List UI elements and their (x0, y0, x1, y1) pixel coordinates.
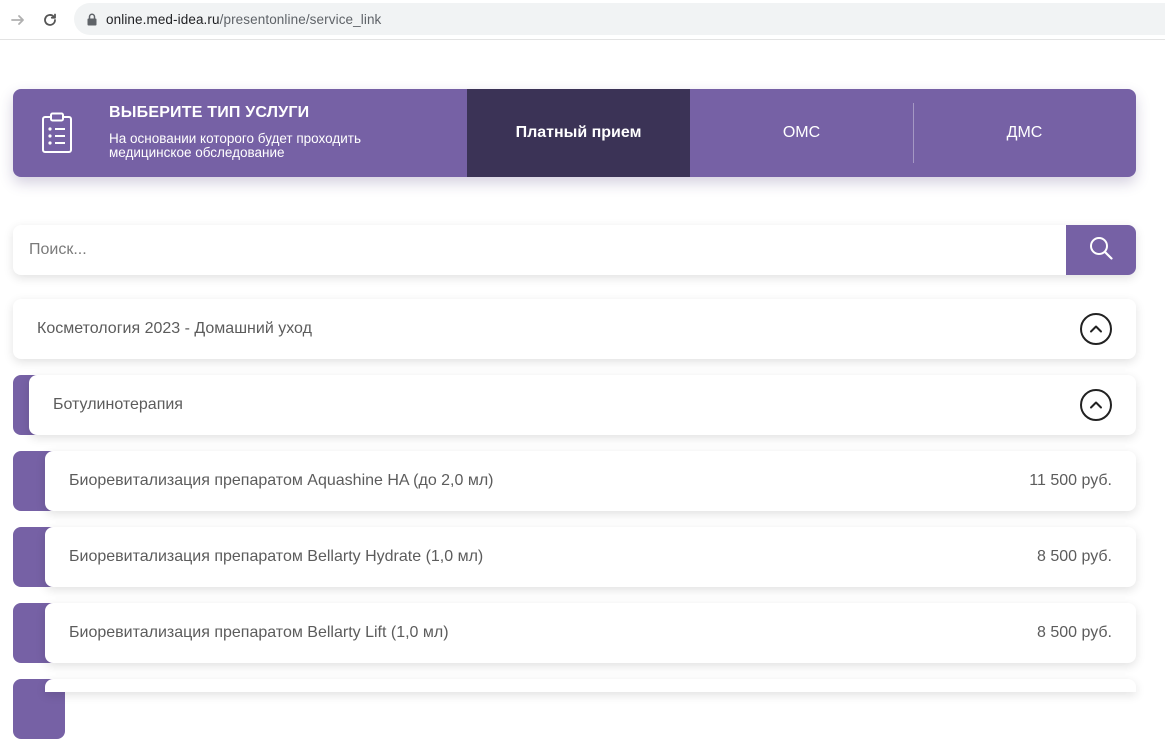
service-name: Биоревитализация препаратом Bellarty Hyd… (69, 548, 484, 565)
reload-icon[interactable] (38, 8, 62, 32)
service-name: Биоревитализация препаратом Aquashine HA… (69, 472, 494, 489)
service-type-subtitle: На основании которого будет проходить ме… (109, 131, 361, 160)
service-row[interactable]: Биоревитализация препаратом Bellarty Hyd… (45, 527, 1136, 587)
tab-dms[interactable]: ДМС (913, 89, 1136, 177)
browser-toolbar: online.med-idea.ru/presentonline/service… (0, 0, 1165, 40)
search-bar (13, 225, 1136, 275)
subcategory-row[interactable]: Ботулинотерапия (29, 375, 1136, 435)
address-bar[interactable]: online.med-idea.ru/presentonline/service… (74, 3, 1165, 35)
url-host: online.med-idea.ru (106, 11, 220, 27)
service-row[interactable]: Биоревитализация препаратом Aquashine HA… (45, 451, 1136, 511)
search-icon (1088, 235, 1114, 266)
tab-oms[interactable]: ОМС (690, 89, 913, 177)
subcategory-label: Ботулинотерапия (53, 396, 183, 413)
search-input[interactable] (13, 225, 1066, 275)
forward-arrow-icon[interactable] (6, 8, 30, 32)
chevron-up-circle-icon[interactable] (1080, 389, 1112, 421)
lock-icon (86, 12, 98, 26)
service-price: 8 500 руб. (1037, 624, 1112, 641)
service-price: 11 500 руб. (1029, 472, 1112, 489)
category-row[interactable]: Косметология 2023 - Домашний уход (13, 299, 1136, 359)
service-price: 8 500 руб. (1037, 548, 1112, 565)
service-type-title: ВЫБЕРИТЕ ТИП УСЛУГИ (109, 104, 310, 121)
service-type-panel: ВЫБЕРИТЕ ТИП УСЛУГИ На основании которог… (13, 89, 1136, 177)
tab-paid[interactable]: Платный прием (467, 89, 690, 177)
service-name: Биоревитализация препаратом Bellarty Lif… (69, 624, 449, 641)
url-text: online.med-idea.ru/presentonline/service… (106, 12, 381, 27)
clipboard-list-icon (41, 112, 73, 154)
service-row[interactable]: Биоревитализация препаратом Bellarty Lif… (45, 603, 1136, 663)
chevron-up-circle-icon[interactable] (1080, 313, 1112, 345)
url-path: /presentonline/service_link (219, 11, 382, 27)
search-button[interactable] (1066, 225, 1136, 275)
category-label: Косметология 2023 - Домашний уход (37, 320, 312, 337)
service-row-partial[interactable] (45, 679, 1136, 692)
